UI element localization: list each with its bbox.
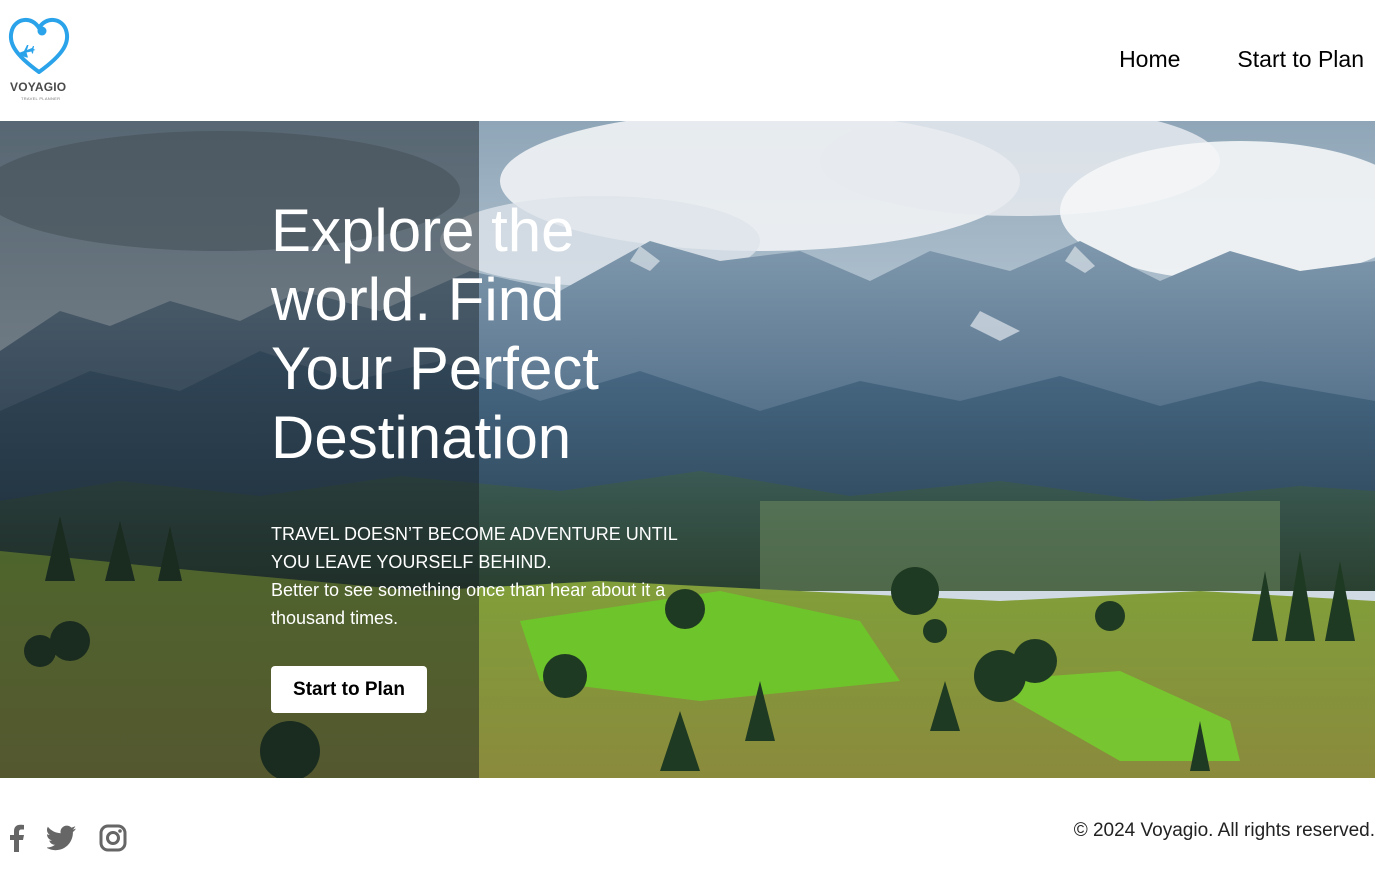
logo[interactable]: VOYAGIO TRAVEL PLANNER [6, 14, 72, 104]
hero-title: Explore the world. Find Your Perfect Des… [271, 197, 599, 471]
copyright-text: © 2024 Voyagio. All rights reserved. [1073, 820, 1375, 841]
start-to-plan-button[interactable]: Start to Plan [271, 666, 427, 713]
hero-subtitle: TRAVEL DOESN’T BECOME ADVENTURE UNTIL YO… [271, 524, 678, 572]
site-footer: © 2024 Voyagio. All rights reserved. [0, 778, 1375, 876]
facebook-icon[interactable] [8, 824, 25, 857]
site-header: VOYAGIO TRAVEL PLANNER Home Start to Pla… [0, 0, 1375, 121]
hero-content: Explore the world. Find Your Perfect Des… [271, 196, 691, 632]
nav-start-to-plan[interactable]: Start to Plan [1237, 44, 1364, 74]
main-nav: Home Start to Plan [1119, 44, 1364, 74]
heart-plane-icon [8, 18, 70, 74]
social-links [8, 824, 127, 857]
brand-tagline: TRAVEL PLANNER [21, 96, 61, 101]
instagram-icon[interactable] [99, 824, 127, 857]
hero-text: Better to see something once than hear a… [271, 580, 666, 628]
brand-name: VOYAGIO [10, 80, 67, 94]
twitter-icon[interactable] [46, 825, 77, 856]
nav-home[interactable]: Home [1119, 44, 1180, 74]
hero-section: Explore the world. Find Your Perfect Des… [0, 121, 1375, 778]
